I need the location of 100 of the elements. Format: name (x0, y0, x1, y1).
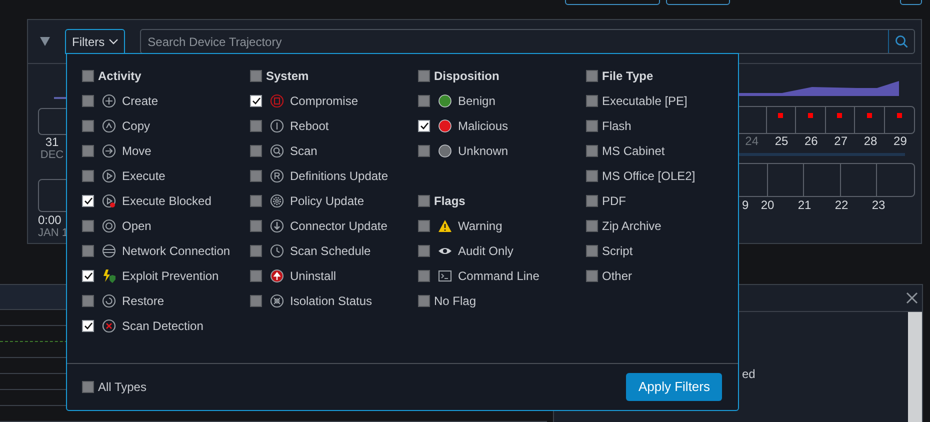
checkbox[interactable] (418, 144, 430, 156)
checkbox[interactable] (586, 244, 598, 256)
collapse-triangle-icon[interactable] (40, 37, 50, 46)
checkbox[interactable] (82, 220, 94, 232)
group-title: Disposition (434, 68, 500, 84)
search-icon (894, 35, 908, 48)
checkbox[interactable] (250, 120, 262, 132)
option-label: Copy (122, 118, 150, 134)
group-title: Flags (434, 192, 466, 210)
checkbox[interactable] (418, 94, 430, 106)
clock-icon (270, 244, 284, 258)
group-title: System (266, 68, 309, 84)
option-label: Other (602, 268, 632, 284)
checkbox[interactable] (82, 244, 94, 256)
option-label: Definitions Update (290, 168, 388, 184)
month-label: DEC (39, 149, 65, 162)
checkbox[interactable] (250, 70, 262, 82)
checkbox[interactable] (586, 144, 598, 156)
checkbox[interactable] (586, 94, 598, 106)
option-label: Unknown (458, 142, 508, 160)
checkbox[interactable] (250, 220, 262, 232)
checkbox[interactable] (418, 220, 430, 232)
option-label: Network Connection (122, 242, 230, 260)
hour-label: 20 (760, 198, 774, 212)
checkbox[interactable] (82, 294, 94, 306)
option-label: Flash (602, 118, 632, 134)
gear-icon (270, 194, 284, 208)
option-label: Connector Update (290, 218, 388, 234)
checkbox[interactable] (418, 270, 430, 282)
checkbox[interactable] (82, 381, 94, 393)
option-label: Script (602, 242, 633, 260)
option-label: PDF (602, 192, 626, 210)
checkbox[interactable] (250, 270, 262, 282)
checkbox[interactable] (586, 170, 598, 182)
option-label: Scan Schedule (290, 242, 371, 260)
checkbox[interactable] (250, 94, 262, 106)
checkbox[interactable] (250, 144, 262, 156)
checkbox[interactable] (586, 194, 598, 206)
checkbox[interactable] (82, 94, 94, 106)
option-label: Isolation Status (290, 292, 372, 310)
checkbox[interactable] (418, 70, 430, 82)
option-label: Malicious (458, 118, 508, 134)
option-label: MS Office [OLE2] (602, 168, 696, 184)
option-label: Move (122, 142, 152, 160)
registered-icon (270, 168, 284, 182)
option-label: Execute Blocked (122, 192, 212, 210)
checkbox[interactable] (586, 270, 598, 282)
target-icon (102, 218, 116, 232)
terminal-icon (438, 268, 452, 282)
cross-circle-icon (270, 294, 284, 308)
day-number: 24 (745, 134, 759, 148)
option-label: Exploit Prevention (122, 268, 219, 284)
close-icon[interactable] (906, 292, 918, 304)
checkbox[interactable] (250, 244, 262, 256)
checkbox[interactable] (418, 120, 430, 132)
hour-label: 23 (872, 198, 886, 212)
plus-circle-icon (102, 94, 116, 108)
day-number: 28 (864, 134, 878, 148)
x-circle-icon (102, 318, 116, 332)
checkbox[interactable] (82, 270, 94, 282)
option-label: Uninstall (290, 268, 336, 284)
option-label: Restore (122, 292, 164, 310)
checkbox[interactable] (418, 294, 430, 306)
day-number: 25 (774, 134, 788, 148)
checkbox[interactable] (418, 194, 430, 206)
checkbox[interactable] (586, 220, 598, 232)
checkbox[interactable] (82, 70, 94, 82)
option-label: No Flag (434, 292, 476, 310)
option-label: Scan (290, 142, 318, 160)
checkbox[interactable] (586, 120, 598, 132)
day-number: 27 (834, 134, 848, 148)
checkbox[interactable] (82, 120, 94, 132)
chevron-down-icon (108, 38, 118, 44)
checkbox[interactable] (586, 70, 598, 82)
power-icon (270, 118, 284, 132)
apply-filters-button[interactable]: Apply Filters (626, 373, 722, 401)
scrollbar[interactable] (908, 312, 922, 422)
checkbox[interactable] (82, 320, 94, 332)
option-label: Policy Update (290, 192, 364, 210)
search-input[interactable]: Search Device Trajectory (140, 32, 888, 50)
option-label: Executable [PE] (602, 92, 688, 110)
checkbox[interactable] (250, 194, 262, 206)
option-label: Create (122, 92, 158, 110)
checkbox[interactable] (82, 194, 94, 206)
checkbox[interactable] (418, 244, 430, 256)
magnifier-icon (270, 144, 284, 158)
warning-icon (438, 218, 452, 232)
checkbox[interactable] (250, 294, 262, 306)
down-arrow-circle-icon (270, 218, 284, 232)
option-label: MS Cabinet (602, 142, 665, 160)
caret-up-circle-icon (102, 118, 116, 132)
option-label: Open (122, 218, 152, 234)
checkbox[interactable] (82, 170, 94, 182)
checkbox[interactable] (82, 144, 94, 156)
day-number: 31 (44, 136, 60, 149)
checkbox[interactable] (250, 170, 262, 182)
group-title: Activity (98, 68, 142, 84)
option-label: Audit Only (458, 242, 514, 260)
option-label: Benign (458, 92, 496, 110)
globe-icon (102, 244, 116, 258)
